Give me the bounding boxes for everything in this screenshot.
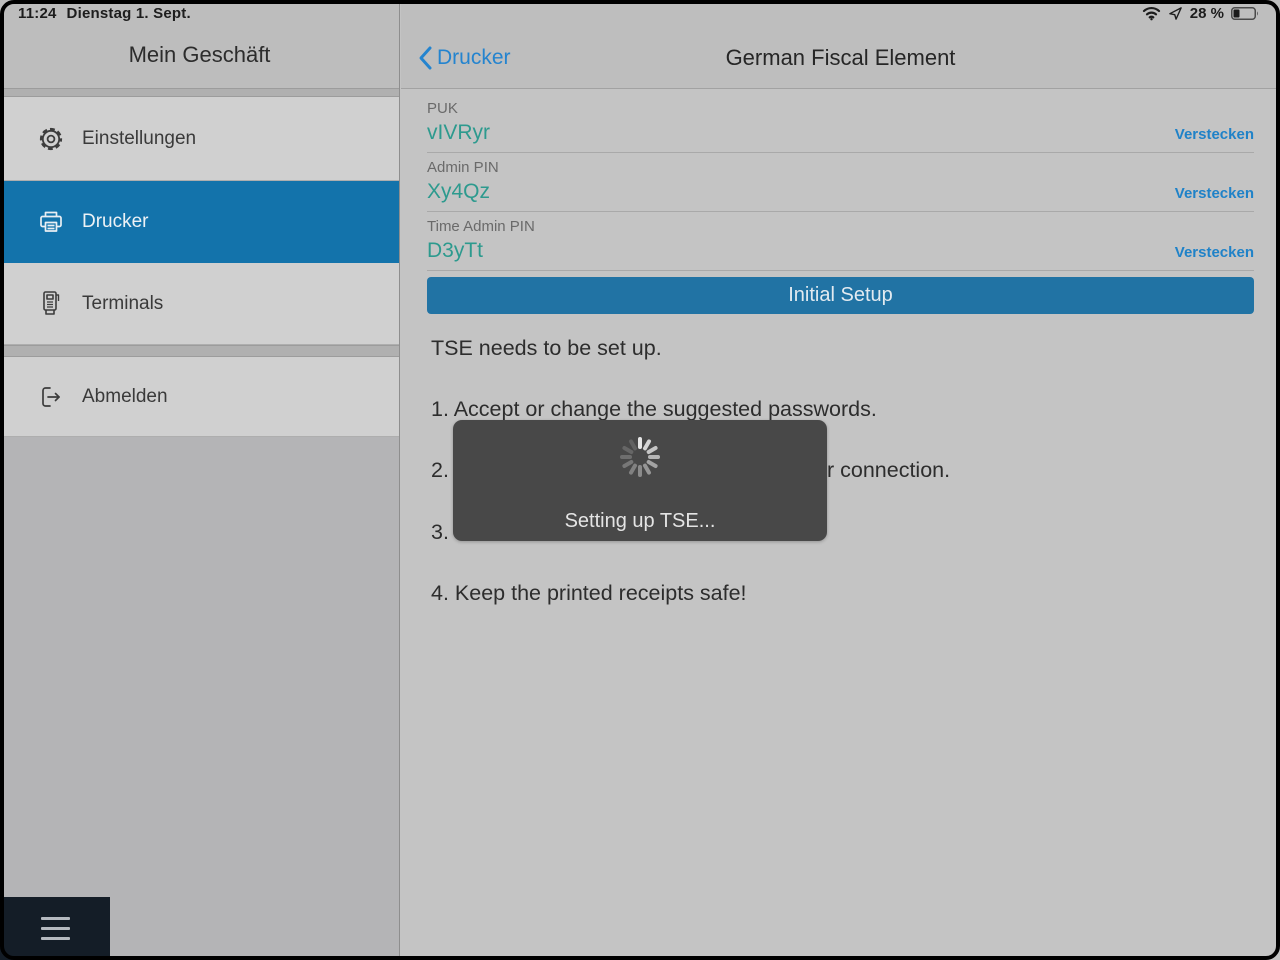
hamburger-line xyxy=(40,917,70,920)
terminal-icon xyxy=(36,289,66,319)
main-panel: 28 % Drucker German Fiscal Element PUK v… xyxy=(401,0,1280,960)
gear-icon xyxy=(36,124,66,154)
logout-icon xyxy=(36,382,66,412)
initial-setup-button[interactable]: Initial Setup xyxy=(427,277,1254,314)
instruction-step-2: 2. r connection. xyxy=(431,458,950,483)
main-header: 28 % Drucker German Fiscal Element xyxy=(401,0,1280,89)
field-label: Admin PIN xyxy=(427,159,499,176)
sidebar-item-label: Drucker xyxy=(82,211,149,232)
instruction-intro: TSE needs to be set up. xyxy=(431,336,662,360)
sidebar-item-label: Einstellungen xyxy=(82,127,197,149)
instruction-step-1: 1. Accept or change the suggested passwo… xyxy=(431,397,877,421)
loading-overlay: Setting up TSE... xyxy=(453,420,827,541)
sidebar-item-abmelden[interactable]: Abmelden xyxy=(0,357,399,437)
time-admin-pin-value[interactable]: D3yTt xyxy=(427,239,483,263)
instruction-step-4: 4. Keep the printed receipts safe! xyxy=(431,581,747,605)
status-time: 11:24 xyxy=(18,5,57,22)
loading-message: Setting up TSE... xyxy=(564,510,716,532)
sidebar-item-drucker[interactable]: Drucker xyxy=(0,181,399,263)
sidebar-filler xyxy=(0,437,399,960)
admin-pin-field: Admin PIN Xy4Qz Verstecken xyxy=(427,159,1254,212)
printer-icon xyxy=(36,207,66,237)
field-label: PUK xyxy=(427,100,458,117)
instruction-step-3: 3. xyxy=(431,520,449,544)
time-admin-pin-hide-link[interactable]: Verstecken xyxy=(1175,244,1254,261)
status-bar-right: 28 % xyxy=(1142,5,1259,22)
hamburger-line xyxy=(40,937,70,940)
sidebar-divider xyxy=(0,345,399,357)
hamburger-menu-button[interactable] xyxy=(0,897,110,960)
puk-field: PUK vIVRyr Verstecken xyxy=(427,100,1254,153)
field-label: Time Admin PIN xyxy=(427,218,535,235)
sidebar-item-label: Terminals xyxy=(82,292,164,314)
time-admin-pin-field: Time Admin PIN D3yTt Verstecken xyxy=(427,218,1254,271)
instruction-step-2-suffix: r connection. xyxy=(827,458,951,482)
hamburger-line xyxy=(40,927,70,930)
sidebar: 11:24 Dienstag 1. Sept. Mein Geschäft Ein… xyxy=(0,0,400,960)
sidebar-title: Mein Geschäft xyxy=(128,42,271,67)
sidebar-header: 11:24 Dienstag 1. Sept. Mein Geschäft xyxy=(0,0,399,88)
location-arrow-icon xyxy=(1168,6,1183,21)
puk-value[interactable]: vIVRyr xyxy=(427,121,490,145)
battery-icon xyxy=(1231,7,1259,20)
admin-pin-hide-link[interactable]: Verstecken xyxy=(1175,185,1254,202)
status-date: Dienstag 1. Sept. xyxy=(66,5,191,22)
wifi-icon xyxy=(1142,6,1161,21)
admin-pin-value[interactable]: Xy4Qz xyxy=(427,180,490,204)
sidebar-divider xyxy=(0,88,399,97)
instruction-step-2-prefix: 2. xyxy=(431,458,449,482)
credential-fields: PUK vIVRyr Verstecken Admin PIN Xy4Qz Ve… xyxy=(401,90,1280,271)
sidebar-item-terminals[interactable]: Terminals xyxy=(0,263,399,345)
sidebar-item-label: Abmelden xyxy=(82,385,168,407)
sidebar-item-einstellungen[interactable]: Einstellungen xyxy=(0,97,399,181)
puk-hide-link[interactable]: Verstecken xyxy=(1175,126,1254,143)
page-title: German Fiscal Element xyxy=(725,44,956,70)
status-bar-left: 11:24 Dienstag 1. Sept. xyxy=(18,5,191,22)
battery-percent: 28 % xyxy=(1189,5,1224,22)
app-screen: 11:24 Dienstag 1. Sept. Mein Geschäft Ein… xyxy=(0,0,1280,960)
